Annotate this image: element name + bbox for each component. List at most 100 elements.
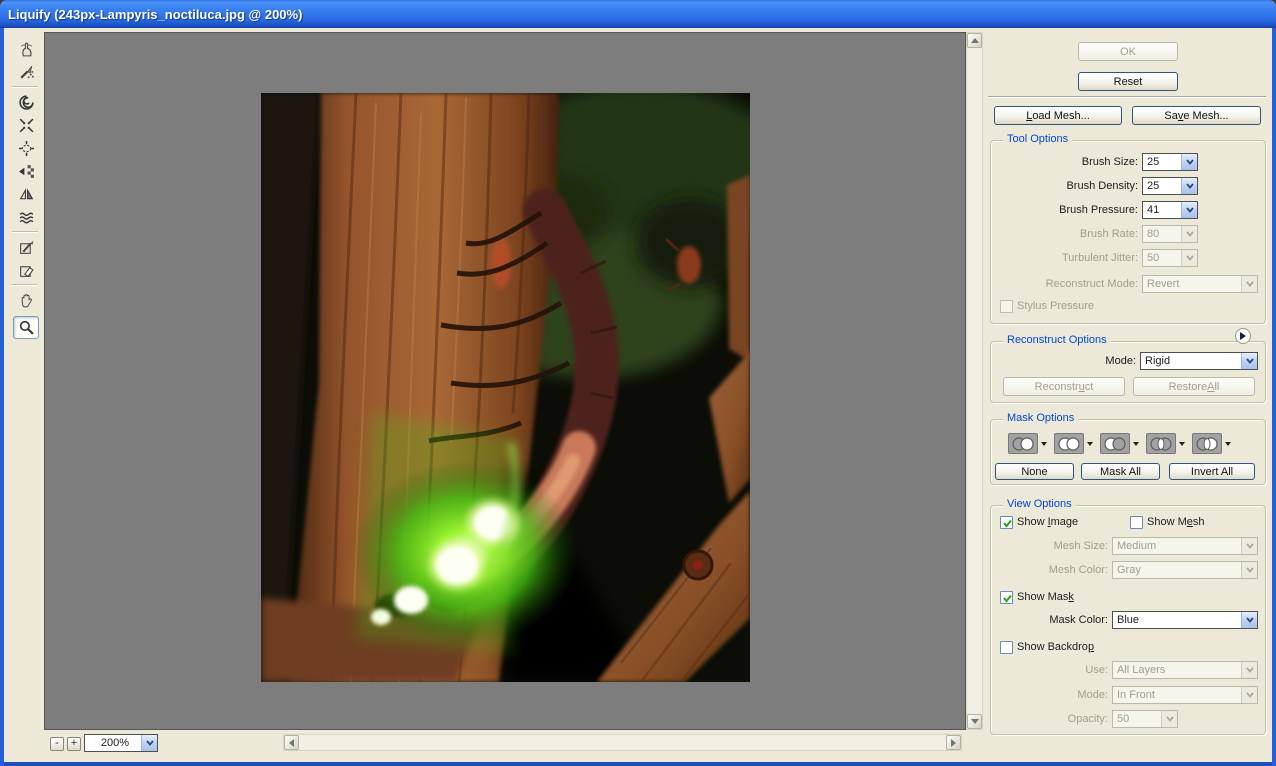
scroll-up-button[interactable] [967,33,982,48]
chevron-down-icon [1241,662,1257,678]
mirror-tool[interactable] [13,183,39,206]
toolbar-separator [12,86,38,88]
twirl-clockwise-tool[interactable] [13,91,39,114]
mask-none-button[interactable]: None [995,463,1074,480]
replace-selection-button[interactable] [1008,433,1047,454]
chevron-down-icon [1241,562,1257,578]
reconstruct-tool[interactable] [13,61,39,84]
brush-pressure-label: Brush Pressure: [1000,204,1138,216]
liquify-toolbar [4,28,40,762]
load-mesh-button[interactable]: Load Mesh... [994,106,1122,125]
chevron-down-icon [1161,711,1177,727]
push-left-icon [18,163,35,180]
replace-selection-icon[interactable] [1008,433,1038,454]
dropdown-arrow-icon[interactable] [1087,442,1093,449]
show-backdrop-checkbox[interactable]: Show Backdrop [1000,641,1094,654]
zoom-level-combo[interactable]: 200% [84,734,158,752]
chevron-down-icon[interactable] [1181,178,1197,194]
scroll-right-button[interactable] [946,735,961,750]
save-mesh-button[interactable]: Save Mesh... [1132,106,1261,125]
restore-all-button: Restore All [1133,377,1255,396]
zoom-tool[interactable] [13,316,39,339]
brush-pressure-combo[interactable]: 41 [1142,201,1198,219]
chevron-down-icon [1241,276,1257,292]
show-image-checkbox[interactable]: Show Image [1000,516,1078,529]
invert-selection-button[interactable] [1192,433,1231,454]
horizontal-scrollbar[interactable] [283,734,962,751]
chevron-down-icon[interactable] [1181,154,1197,170]
reconstruct-mode-combo: Revert [1142,275,1258,293]
bloat-icon [18,140,35,157]
mask-all-button[interactable]: Mask All [1081,463,1160,480]
hand-tool[interactable] [13,289,39,312]
arrow-right-icon [951,739,960,747]
reconstruct-mode2-combo[interactable]: Rigid [1140,352,1258,370]
arrow-left-icon [285,739,294,747]
show-mesh-checkbox[interactable]: Show Mesh [1130,516,1205,529]
turbulence-tool[interactable] [13,206,39,229]
thaw-mask-tool[interactable] [13,259,39,282]
dropdown-arrow-icon[interactable] [1225,442,1231,449]
stylus-pressure-label: Stylus Pressure [1017,300,1094,312]
tool-options-legend: Tool Options [1003,133,1072,145]
subtract-from-selection-icon[interactable] [1100,433,1130,454]
brush-size-label: Brush Size: [1000,156,1138,168]
invert-all-button[interactable]: Invert All [1169,463,1255,480]
title-bar[interactable]: Liquify (243px-Lampyris_noctiluca.jpg @ … [0,0,1276,28]
zoom-in-button[interactable]: + [67,737,81,751]
toolbar-separator [12,231,38,233]
reconstruct-mode2-label: Mode: [1020,355,1136,367]
toolbar-separator [12,284,38,286]
chevron-down-icon[interactable] [1241,612,1257,628]
reconstruct-options-legend: Reconstruct Options [1003,334,1111,346]
add-to-selection-icon[interactable] [1054,433,1084,454]
freeze-mask-icon [18,239,35,256]
show-image-label: Show Image [1017,516,1078,528]
thaw-mask-icon [18,262,35,279]
chevron-down-icon [1241,687,1257,703]
add-to-selection-button[interactable] [1054,433,1093,454]
ok-button[interactable]: OK [1078,42,1178,61]
intersect-with-selection-icon[interactable] [1146,433,1176,454]
view-options-legend: View Options [1003,498,1076,510]
turbulence-icon [18,209,35,226]
chevron-down-icon[interactable] [1241,353,1257,369]
show-mask-checkbox[interactable]: Show Mask [1000,591,1074,604]
mask-color-combo[interactable]: Blue [1112,611,1258,629]
arrow-down-icon [971,719,979,728]
bloat-tool[interactable] [13,137,39,160]
twirl-icon [18,94,35,111]
push-left-tool[interactable] [13,160,39,183]
zoom-out-button[interactable]: - [50,737,64,751]
freeze-mask-tool[interactable] [13,236,39,259]
scroll-left-button[interactable] [284,735,299,750]
zoom-icon [18,319,35,336]
show-backdrop-label: Show Backdrop [1017,641,1094,653]
forward-warp-tool[interactable] [13,38,39,61]
invert-selection-icon[interactable] [1192,433,1222,454]
hand-icon [18,292,35,309]
forward-warp-icon [18,41,35,58]
brush-density-label: Brush Density: [1000,180,1138,192]
zoom-level-value: 200% [85,737,141,749]
chevron-down-icon[interactable] [1181,202,1197,218]
brush-rate-label: Brush Rate: [1000,228,1138,240]
reset-button[interactable]: Reset [1078,72,1178,91]
brush-size-combo[interactable]: 25 [1142,153,1198,171]
backdrop-mode-label: Mode: [1000,689,1108,701]
subtract-from-selection-button[interactable] [1100,433,1139,454]
chevron-down-icon[interactable] [141,735,157,751]
dropdown-arrow-icon[interactable] [1133,442,1139,449]
reconstruct-options-menu-button[interactable] [1235,328,1251,344]
arrow-up-icon [971,34,979,43]
brush-density-combo[interactable]: 25 [1142,177,1198,195]
dropdown-arrow-icon[interactable] [1041,442,1047,449]
canvas-image-glow-worm[interactable] [261,93,750,682]
dropdown-arrow-icon[interactable] [1179,442,1185,449]
pucker-tool[interactable] [13,114,39,137]
vertical-scrollbar[interactable] [966,32,983,730]
intersect-with-selection-button[interactable] [1146,433,1185,454]
play-arrow-icon [1240,332,1250,340]
scroll-down-button[interactable] [967,714,982,729]
chevron-down-icon [1181,226,1197,242]
